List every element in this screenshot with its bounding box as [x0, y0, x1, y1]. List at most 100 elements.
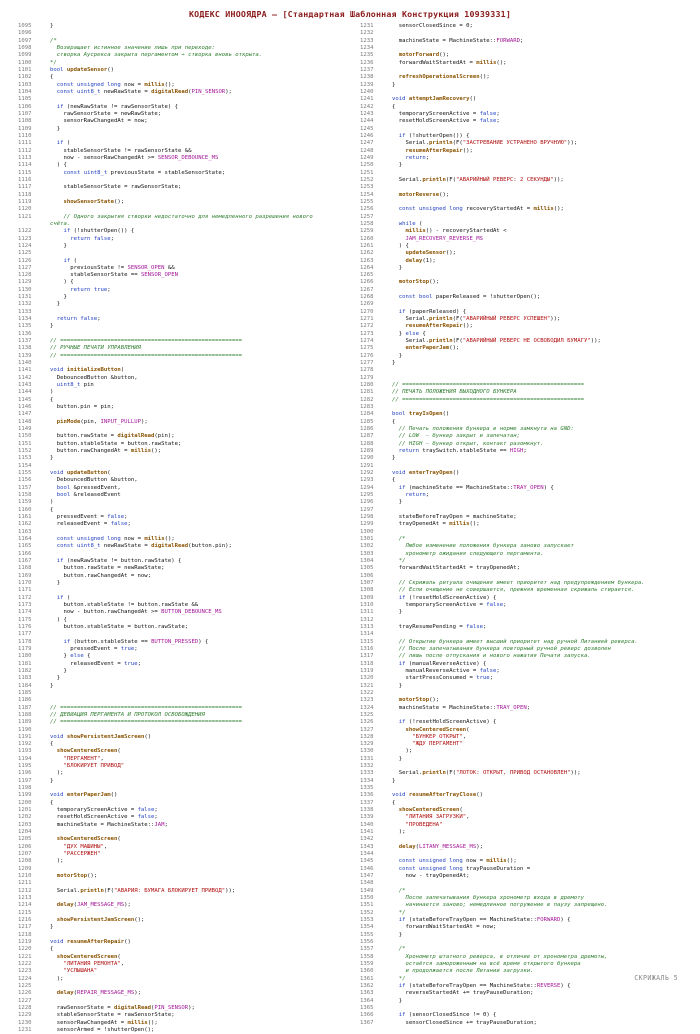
code-text: showCenteredScreen( — [398, 807, 463, 814]
code-text: } — [50, 682, 54, 689]
code-line: 1338 showCenteredScreen( — [360, 807, 695, 814]
code-line: 1119 showSensorState(); — [18, 199, 348, 206]
code-text: // Скрижаль ритуала очищения имеет приор… — [392, 579, 645, 586]
code-line: 1110 — [18, 133, 348, 140]
code-text: void initializeButton( — [50, 367, 125, 374]
code-text: startPressConsumed = true; — [392, 675, 494, 682]
line-number: 1255 — [360, 198, 374, 205]
code-text: button.rawState = digitalRead(pin); — [50, 433, 175, 440]
code-line: 1135} — [18, 323, 348, 330]
code-line: 1315 // Открытие бункера имеет высший пр… — [360, 639, 695, 646]
line-number: 1319 — [360, 667, 374, 674]
code-line: 1236 forwardWaitStartedAt = millis(); — [360, 60, 695, 67]
code-line: 1147 — [18, 411, 348, 418]
code-line: 1267 — [360, 287, 695, 294]
code-text: Serial.println(F("АВАРИЙНЫЙ РЕВЕРС НЕ ОС… — [392, 338, 601, 345]
code-text: const unsigned long now = millis(); — [56, 535, 175, 542]
line-number: 1207 — [18, 851, 32, 858]
code-line: 1231 sensorArmed = !shutterOpen(); — [18, 1027, 348, 1034]
code-text: } — [392, 81, 396, 88]
code-line: 1132 } — [18, 301, 348, 308]
code-line: 1097 /* — [18, 38, 348, 45]
code-text: showCenteredScreen( — [56, 836, 121, 843]
code-text: delay(LITANY_MESSAGE_MS); — [398, 843, 483, 850]
code-line: счёта. — [18, 221, 348, 228]
code-line: 1149 — [18, 426, 348, 433]
line-number: 1226 — [18, 990, 32, 997]
code-line: 1098 Возвращает истинное значение лишь п… — [18, 45, 348, 52]
code-text: showSensorState(); — [63, 198, 125, 205]
code-text: resumeAfterRepair(); — [405, 323, 473, 330]
code-line: 1240 — [360, 89, 695, 96]
line-number: 1328 — [360, 733, 374, 740]
code-line: 1321 } — [360, 683, 695, 690]
line-number: 1307 — [360, 579, 374, 586]
code-text: return traySwitch.stableState == HIGH; — [398, 448, 527, 455]
code-line: 1215 — [18, 910, 348, 917]
code-text: "РАССЕРЖЕН" — [63, 851, 101, 858]
code-line: 1353 if (stateBeforeTrayOpen == MachineS… — [360, 917, 695, 924]
code-text: // Если очищение не совершается, прежняя… — [392, 587, 635, 594]
code-line: 1300 — [360, 529, 695, 536]
code-text: if (!resetHoldScreenActive) { — [398, 594, 497, 601]
code-line: 1162 releasedEvent = false; — [18, 521, 348, 528]
code-text: const unsigned long recoveryStartedAt = … — [398, 206, 564, 213]
code-text: sensorClosedSince = 0; — [392, 23, 473, 29]
line-number: 1202 — [18, 814, 32, 821]
code-column-right: 1231 sensorClosedSince = 0; 1232 1233 mach… — [360, 23, 695, 1027]
line-number: 1303 — [360, 550, 374, 557]
code-text: начинается заново; немедленное погружени… — [392, 902, 608, 909]
code-line: 1159) — [18, 499, 348, 506]
code-line: 1249 return; — [360, 155, 695, 162]
code-line: 1298 stateBeforeTrayOpen = machineState; — [360, 514, 695, 521]
line-number: 1101 — [18, 66, 32, 73]
code-text: machineState = MachineState::FORWARD; — [392, 37, 524, 44]
line-number: 1258 — [360, 220, 374, 227]
code-line: 1313 trayResumePending = false; — [360, 624, 695, 631]
line-number: 1313 — [360, 623, 374, 630]
line-number: 1119 — [18, 198, 32, 205]
line-number: 1209 — [18, 865, 32, 872]
code-text: */ — [392, 909, 406, 916]
line-number: 1354 — [360, 924, 374, 931]
line-number: 1163 — [18, 528, 32, 535]
code-text: if (stateBeforeTrayOpen == MachineState:… — [398, 917, 571, 924]
line-number: 1230 — [18, 1019, 32, 1026]
line-number: 1109 — [18, 125, 32, 132]
code-text: ) { — [50, 616, 67, 623]
code-text: } — [392, 162, 403, 169]
code-text: // Открытие бункера имеет высший приорит… — [392, 638, 638, 645]
line-number: 1263 — [360, 257, 374, 264]
code-text: delay(REPAIR_MESSAGE_MS); — [56, 990, 141, 997]
code-text: stableSensorState == SENSOR_OPEN — [50, 272, 178, 279]
code-text: /* — [392, 887, 406, 894]
line-number: 1175 — [18, 616, 32, 623]
line-number: 1130 — [18, 286, 32, 293]
code-text: } — [392, 264, 403, 271]
line-number: 1235 — [360, 52, 374, 59]
code-text: Serial.println(F("АВАРИЯ: БУМАГА БЛОКИРУ… — [50, 887, 236, 894]
code-line: 1148 pinMode(pin, INPUT_PULLUP); — [18, 419, 348, 426]
code-line: 1254 motorReverse(); — [360, 192, 695, 199]
code-text: if (newRawState != button.rawState) { — [56, 557, 182, 564]
code-text: return true; — [70, 286, 111, 293]
code-line: 1174 now - button.rawChangedAt >= BUTTON… — [18, 609, 348, 616]
code-line: 1140 — [18, 360, 348, 367]
line-number: 1159 — [18, 499, 32, 506]
code-text: Хронометр штатного реверса, в отличие от… — [392, 953, 608, 960]
line-number: 1348 — [360, 880, 374, 887]
line-number: 1149 — [18, 426, 32, 433]
code-line: 1169 button.rawChangedAt = now; — [18, 573, 348, 580]
line-number: 1145 — [18, 396, 32, 403]
code-text: // =====================================… — [50, 704, 242, 711]
line-number: 1227 — [18, 997, 32, 1004]
code-line: 1118 — [18, 192, 348, 199]
line-number: 1228 — [18, 1004, 32, 1011]
code-text: bool updateSensor() — [50, 66, 115, 73]
code-line: 1263 delay(1); — [360, 258, 695, 265]
code-text: // ПЕЧАТЬ ПОЛОЖЕНИЯ ВЫХОДНОГО БУНКЕРА — [392, 389, 517, 396]
line-number: 1248 — [360, 147, 374, 154]
code-text: if (!shutterOpen()) { — [398, 132, 470, 139]
line-number: 1204 — [18, 829, 32, 836]
code-text: motorForward(); — [398, 52, 450, 59]
